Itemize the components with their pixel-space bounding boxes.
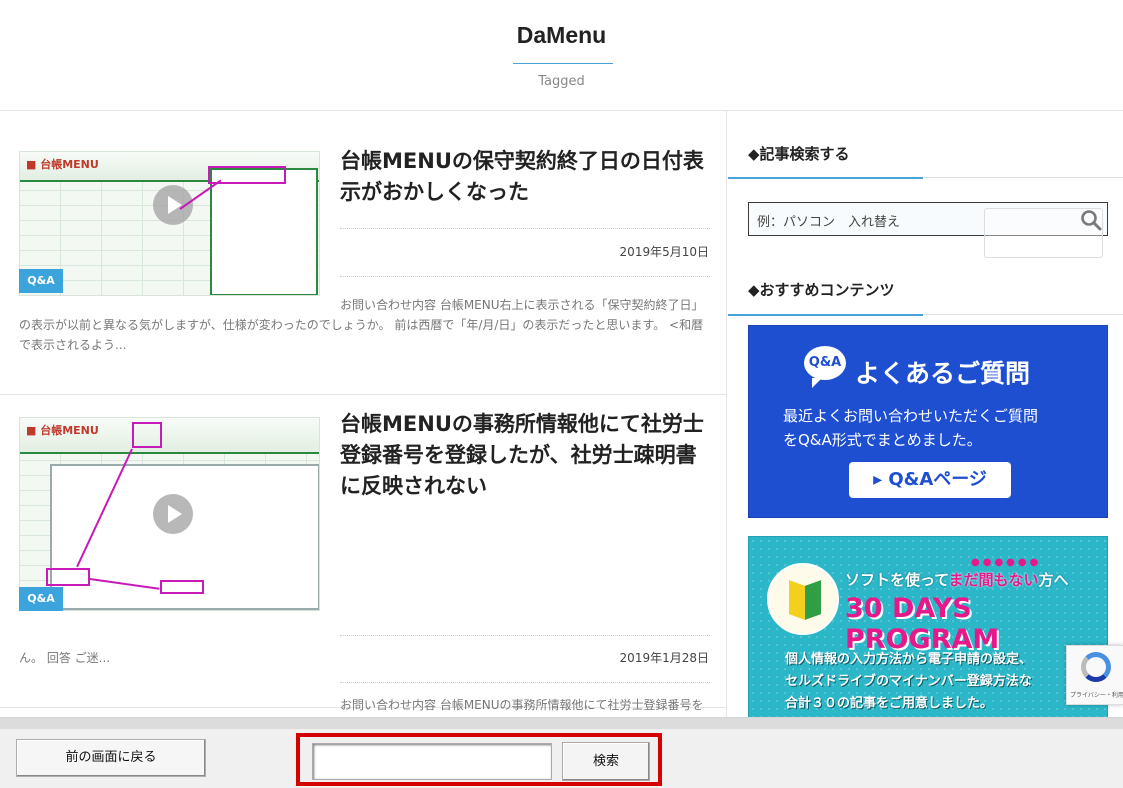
highlight-box: [132, 422, 162, 448]
category-badge[interactable]: Q&A: [19, 269, 63, 293]
heading-rule: [728, 177, 1123, 179]
divider: [340, 228, 710, 229]
heading-rule: [728, 314, 1123, 316]
recaptcha-privacy-text[interactable]: プライバシー・利用規約: [1070, 690, 1123, 699]
sidebar: ◆記事検索する 例：パソコン 入れ替え ◆おすすめコンテンツ Q&A よくあるご…: [728, 111, 1123, 717]
highlight-box: [160, 580, 204, 594]
overlay-box: [984, 208, 1103, 258]
divider: [340, 635, 710, 636]
divider: [340, 276, 710, 277]
bottom-toolbar: 前の画面に戻る 検索: [0, 717, 1123, 788]
site-subtitle: Tagged: [538, 74, 585, 89]
article-date: 2019年5月10日: [619, 245, 709, 259]
30days-program-banner[interactable]: ●●●●●● ソフトを使ってまだ間もない方へ 30 DAYS PROGRAM 個…: [748, 536, 1108, 717]
site-title[interactable]: DaMenu: [0, 22, 1123, 49]
article-excerpt: お問い合わせ内容 台帳MENUの事務所情報他にて社労士登録番号を登録しましたが、…: [340, 698, 704, 712]
category-badge[interactable]: Q&A: [19, 587, 63, 611]
article-card[interactable]: ■ 台帳MENU Q&A 台帳MENUの保守契約終了日の日付表示がおかしくなった…: [0, 111, 726, 395]
search-heading: ◆記事検索する: [748, 145, 850, 163]
program-subtitle: ソフトを使ってまだ間もない方へ: [845, 571, 1069, 589]
faq-banner[interactable]: Q&A よくあるご質問 最近よくお問い合わせいただくご質問 をQ&A形式でまとめ…: [748, 325, 1108, 518]
site-header: DaMenu Tagged: [0, 0, 1123, 111]
dots-decoration: ●●●●●●: [971, 557, 1042, 568]
divider: [340, 682, 710, 683]
back-button[interactable]: 前の画面に戻る: [16, 739, 206, 777]
title-underline: [513, 63, 613, 64]
faq-page-button[interactable]: ▸ Q&Aページ: [849, 462, 1011, 498]
faq-banner-text: 最近よくお問い合わせいただくご質問 をQ&A形式でまとめました。: [783, 407, 1039, 449]
article-title[interactable]: 台帳MENUの事務所情報他にて社労士登録番号を登録したが、社労士疎明書に反映され…: [340, 409, 710, 502]
article-date: 2019年1月28日: [619, 651, 709, 665]
article-excerpt-continued: ん。 回答 ご迷...: [19, 651, 111, 665]
bottom-search-input[interactable]: [312, 743, 552, 780]
app-logo-icon: ■ 台帳MENU: [26, 424, 99, 437]
qa-bubble-icon: Q&A: [804, 346, 846, 388]
bottom-search-button[interactable]: 検索: [562, 742, 650, 781]
recommend-heading: ◆おすすめコンテンツ: [748, 281, 895, 299]
beginner-leaf-icon: [767, 563, 839, 635]
article-thumbnail[interactable]: ■ 台帳MENU: [19, 151, 320, 296]
article-card[interactable]: ■ 台帳MENU Q&A 台帳MENUの事務所情報他にて社労士登録番号を登録した…: [0, 395, 726, 712]
play-icon: [153, 494, 193, 534]
thumbnail-panel: [210, 168, 318, 295]
article-excerpt: お問い合わせ内容 台帳MENU右上に表示される「保守契約終了日」の表示が以前と異…: [19, 298, 704, 352]
search-placeholder: 例：パソコン 入れ替え: [757, 215, 901, 230]
app-logo-icon: ■ 台帳MENU: [26, 158, 99, 171]
program-text: 個人情報の入力方法から電子申請の設定、 セルズドライブのマイナンバー登録方法な …: [785, 652, 1033, 711]
article-list: ■ 台帳MENU Q&A 台帳MENUの保守契約終了日の日付表示がおかしくなった…: [0, 111, 727, 717]
article-title[interactable]: 台帳MENUの保守契約終了日の日付表示がおかしくなった: [340, 146, 710, 208]
article-thumbnail[interactable]: ■ 台帳MENU: [19, 417, 320, 611]
faq-banner-title: よくあるご質問: [855, 359, 1031, 388]
recaptcha-badge[interactable]: プライバシー・利用規約: [1066, 645, 1123, 705]
search-highlight-frame: 検索: [296, 733, 662, 786]
recaptcha-icon: [1081, 652, 1111, 682]
highlight-box: [46, 568, 90, 586]
